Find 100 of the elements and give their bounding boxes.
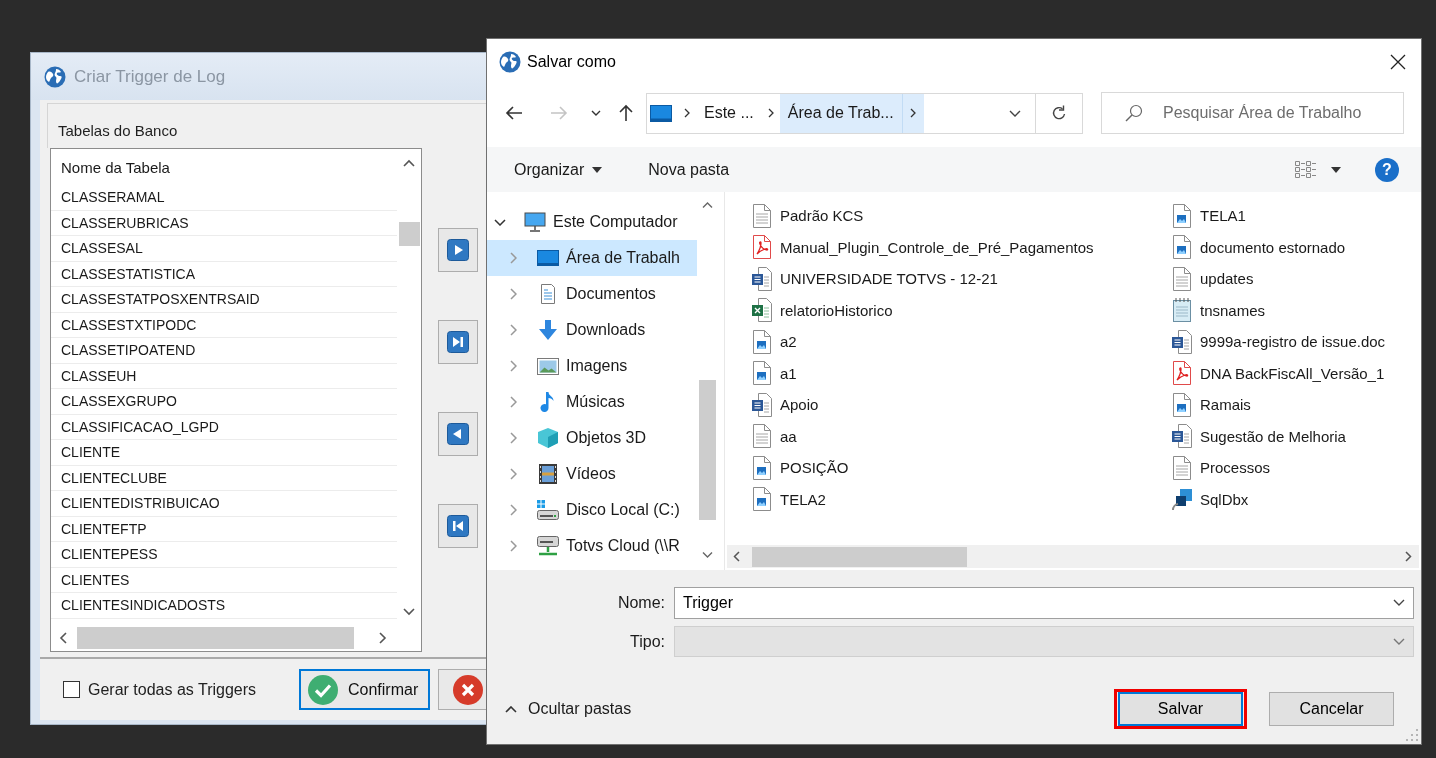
table-row[interactable]: CLIENTECLUBE [51, 465, 397, 491]
forward-arrow-icon [550, 105, 568, 121]
breadcrumb-item[interactable]: Área de Trab... [779, 93, 902, 133]
checkbox-label[interactable]: Gerar todas as Triggers [88, 680, 257, 699]
tree-item[interactable]: Vídeos [487, 456, 697, 492]
address-bar[interactable]: Este ... Área de Trab... [646, 92, 1083, 134]
file-item[interactable]: Sugestão de Melhoria [1172, 420, 1346, 452]
table-row[interactable]: CLASSEXGRUPO [51, 389, 397, 415]
chevron-right-icon[interactable] [379, 632, 387, 644]
chevron-right-icon[interactable] [1405, 551, 1412, 562]
save-button[interactable]: Salvar [1118, 692, 1243, 726]
tree-item[interactable]: Objetos 3D [487, 420, 697, 456]
file-item[interactable]: Apoio [752, 389, 819, 421]
horizontal-scrollbar[interactable] [727, 545, 1419, 568]
tree-item[interactable]: Este Computador [487, 204, 697, 240]
table-row[interactable]: CLASSESTXTIPODC [51, 312, 397, 338]
search-field[interactable]: Pesquisar Área de Trabalho [1101, 92, 1404, 134]
help-button[interactable]: ? [1375, 157, 1399, 182]
hide-folders-button[interactable]: Ocultar pastas [505, 700, 632, 718]
text-file-icon [1172, 455, 1192, 480]
pdf-file-icon [1172, 361, 1192, 386]
breadcrumb-arrow-button[interactable] [901, 93, 924, 133]
file-item[interactable]: a1 [752, 357, 797, 389]
tree-item[interactable]: Totvs Cloud (\\R [487, 528, 697, 564]
table-row[interactable]: CLASSERUBRICAS [51, 210, 397, 236]
image-file-icon [1172, 203, 1192, 228]
tree-item[interactable]: Músicas [487, 384, 697, 420]
group-title: Tabelas do Banco [58, 122, 178, 139]
move-all-left-button[interactable] [438, 504, 478, 548]
file-item[interactable]: DNA BackFiscAll_Versão_1 [1172, 357, 1385, 389]
file-item[interactable]: Manual_Plugin_Controle_de_Pré_Pagamentos [752, 231, 1094, 263]
table-row[interactable]: CLIENTEFTP [51, 516, 397, 542]
file-name-field[interactable]: Trigger [674, 587, 1414, 619]
table-row[interactable]: CLIENTES [51, 567, 397, 593]
chevron-down-icon[interactable] [494, 218, 506, 226]
chevron-right-icon [910, 108, 917, 118]
table-row[interactable]: CLIENTESINDICADOSTS [51, 593, 397, 619]
table-row[interactable]: CLASSESTATPOSXENTRSAID [51, 287, 397, 313]
move-left-button[interactable] [438, 412, 478, 456]
resize-grip-icon[interactable] [1406, 729, 1418, 741]
move-all-right-button[interactable] [438, 320, 478, 364]
table-row[interactable]: CLASSESTATISTICA [51, 261, 397, 287]
scrollbar-thumb[interactable] [398, 222, 420, 246]
image-file-icon [752, 455, 772, 480]
tree-item[interactable]: Área de Trabalh [487, 240, 697, 276]
file-item[interactable]: a2 [752, 326, 797, 358]
text-file-icon [752, 203, 772, 228]
field-label: Nome: [617, 594, 665, 611]
tree-item[interactable]: Disco Local (C:) [487, 492, 697, 528]
table-row[interactable]: CLASSERAMAL [51, 185, 397, 211]
chevron-right-icon [767, 108, 774, 118]
chevron-right-icon [684, 108, 690, 118]
chevron-left-icon[interactable] [733, 551, 740, 562]
download-arrow-icon [537, 320, 559, 340]
chevron-up-icon[interactable] [403, 159, 415, 167]
file-item[interactable]: TELA2 [752, 483, 826, 515]
file-item[interactable]: relatorioHistorico [752, 294, 893, 326]
chevron-left-icon[interactable] [59, 632, 67, 644]
file-item[interactable]: 9999a-registro de issue.doc [1172, 326, 1386, 358]
file-item[interactable]: documento estornado [1172, 231, 1346, 263]
image-file-icon [752, 487, 772, 512]
table-row[interactable]: CLIENTE [51, 440, 397, 466]
file-item[interactable]: SqlDbx [1172, 483, 1249, 515]
file-item[interactable]: UNIVERSIDADE TOTVS - 12-21 [752, 263, 998, 295]
breadcrumb-item[interactable]: Este ... [696, 93, 762, 133]
scrollbar-thumb[interactable] [77, 627, 354, 649]
table-row[interactable]: CLASSEUH [51, 363, 397, 389]
word-file-icon [1172, 329, 1192, 354]
chevron-down-icon[interactable] [403, 608, 415, 616]
play-left-icon [447, 423, 469, 445]
tree-item[interactable]: Downloads [487, 312, 697, 348]
scrollbar-thumb[interactable] [752, 546, 967, 567]
file-item[interactable]: tnsnames [1172, 294, 1266, 326]
cancel-button[interactable]: Cancelar [1269, 692, 1394, 726]
file-item[interactable]: TELA1 [1172, 200, 1246, 232]
play-icon [447, 239, 469, 261]
move-right-button[interactable] [438, 228, 478, 272]
table-row[interactable]: CLIENTEPESS [51, 542, 397, 568]
file-item[interactable]: Ramais [1172, 389, 1251, 421]
file-item[interactable]: updates [1172, 263, 1254, 295]
file-item[interactable]: Processos [1172, 452, 1271, 484]
file-item[interactable]: POSIÇÃO [752, 452, 849, 484]
column-header[interactable]: Nome da Tabela [51, 149, 397, 185]
organize-button[interactable]: Organizar [506, 153, 611, 186]
scrollbar-thumb[interactable] [699, 380, 716, 520]
tree-item[interactable]: Documentos [487, 276, 697, 312]
file-item[interactable]: Padrão KCS [752, 200, 864, 232]
table-row[interactable]: CLASSIFICACAO_LGPD [51, 414, 397, 440]
checkbox[interactable] [63, 681, 80, 698]
confirm-button[interactable]: Confirmar [299, 669, 430, 710]
new-folder-button[interactable]: Nova pasta [640, 153, 738, 186]
cancel-button[interactable] [438, 669, 486, 710]
tree-item[interactable]: Imagens [487, 348, 697, 384]
file-item[interactable]: aa [752, 420, 797, 452]
chevron-up-icon[interactable] [702, 202, 713, 208]
image-file-icon [1172, 392, 1192, 417]
table-row[interactable]: CLASSETIPOATEND [51, 338, 397, 364]
chevron-down-icon[interactable] [1393, 599, 1405, 606]
table-row[interactable]: CLASSESAL [51, 236, 397, 262]
table-row[interactable]: CLIENTEDISTRIBUICAO [51, 491, 397, 517]
